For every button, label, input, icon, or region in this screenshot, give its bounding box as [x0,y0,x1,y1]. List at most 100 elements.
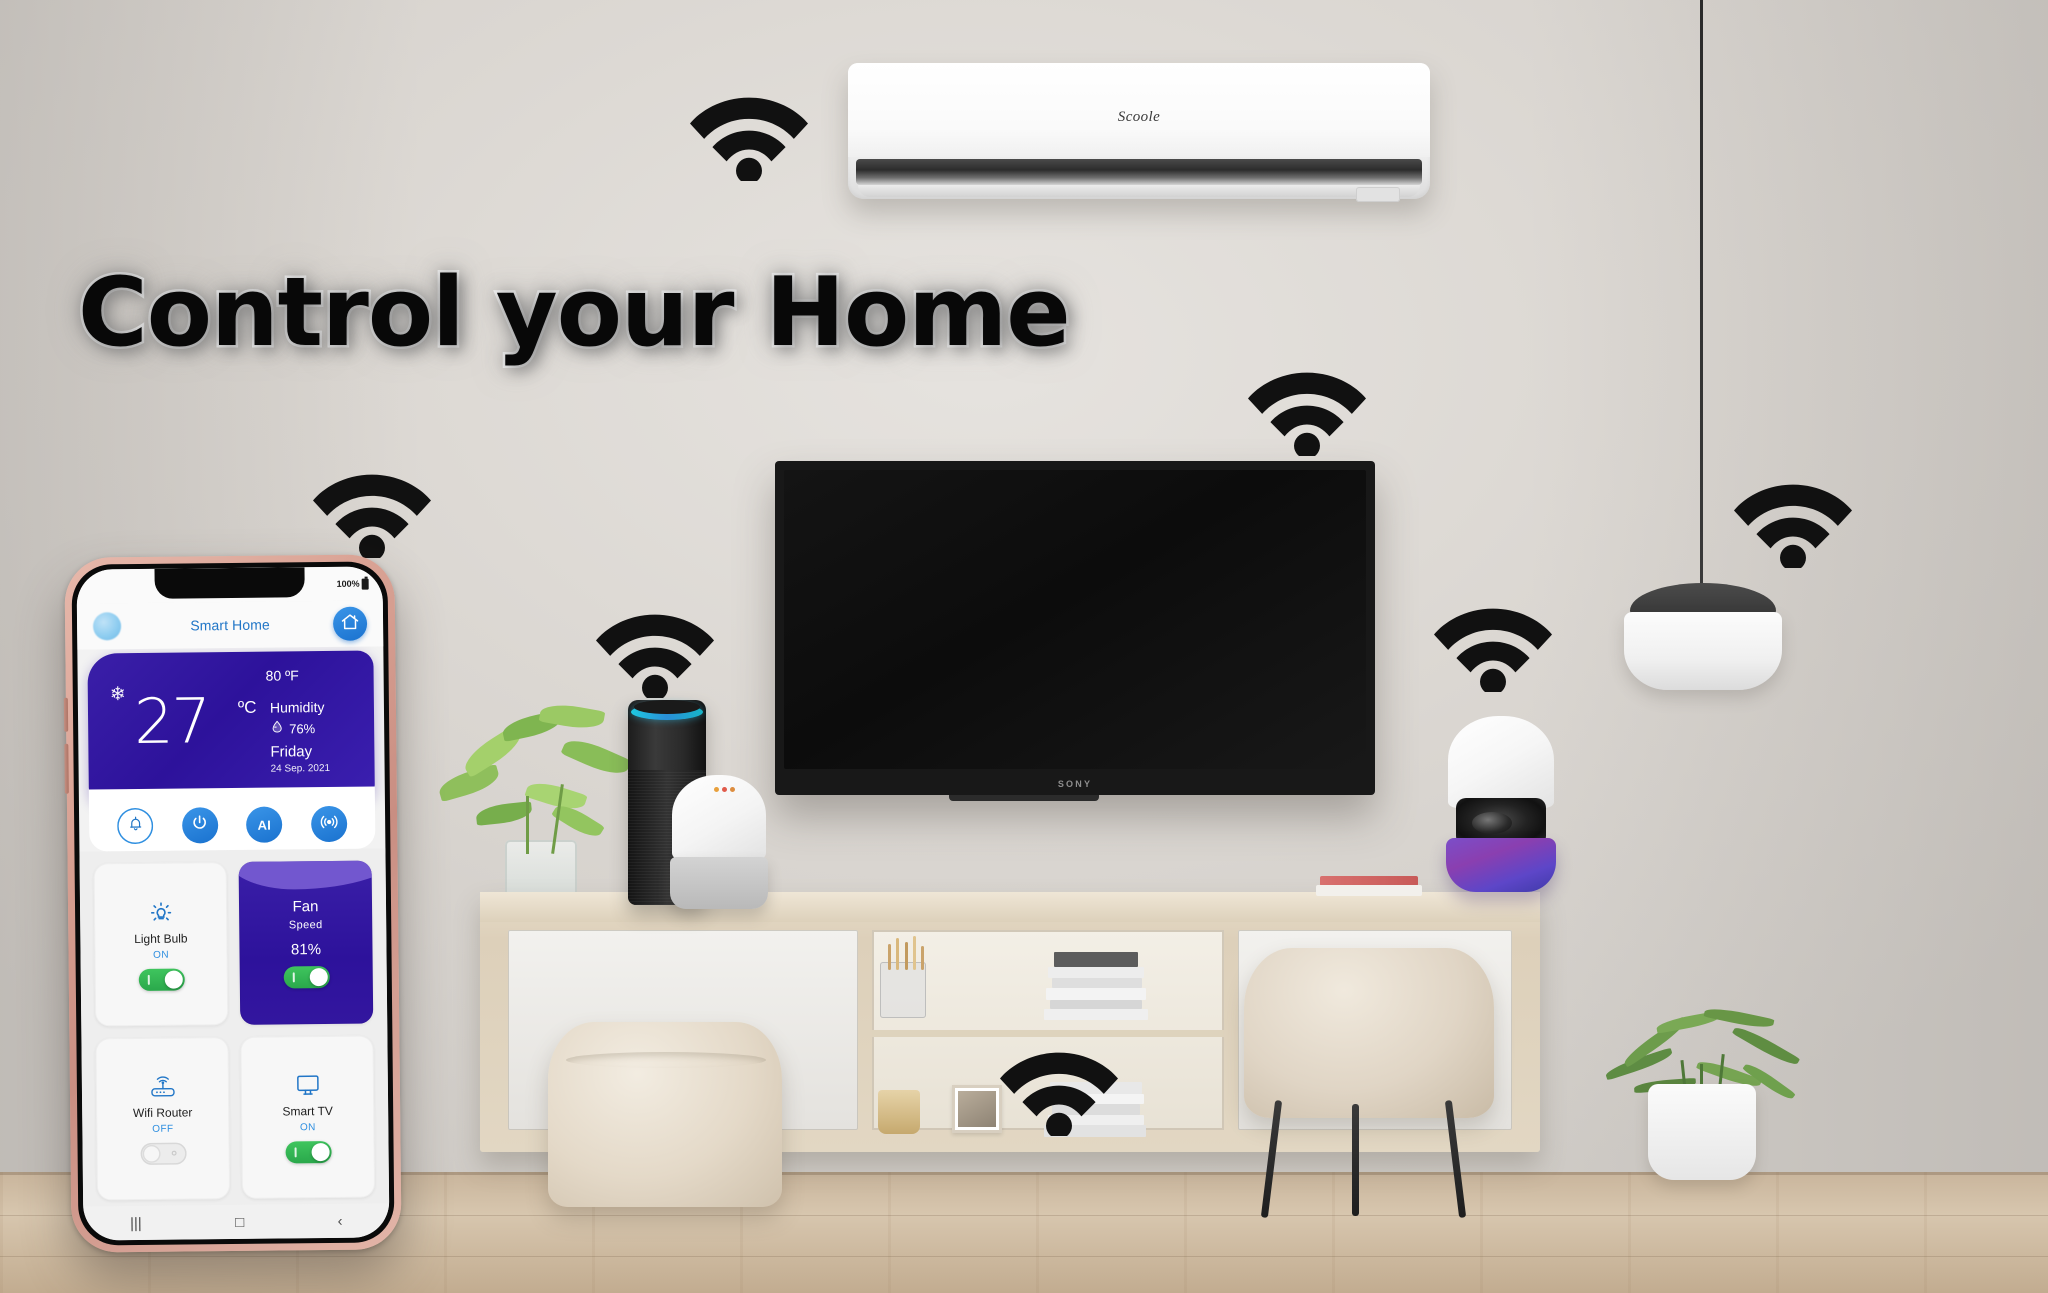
echo-top-surface[interactable] [634,700,700,714]
plant-pot-right [1648,1084,1756,1180]
light-bulb-icon [147,897,173,927]
photo-frame [952,1085,1002,1133]
notifications-button[interactable] [117,807,154,845]
phone-notch [154,567,305,599]
weather-card[interactable]: ❄ 27 ºC 80 ºF Humidity 76% Friday 24 Sep… [87,650,375,804]
white-book [1316,885,1422,896]
google-home-led-dots [714,787,736,794]
device-grid: Light Bulb ON Fan Speed 81% Wifi Router … [79,848,390,1207]
google-home-speaker-right[interactable] [1442,716,1560,892]
power-button[interactable] [181,807,219,844]
tv-icon [293,1070,321,1100]
device-state: ON [299,1122,316,1134]
device-card-wifi-router[interactable]: Wifi Router OFF [95,1036,231,1201]
pen [921,946,924,970]
floor-plank [0,1256,2048,1257]
water-drop-icon [270,719,284,738]
smartphone: 100% Smart Home ❄ 27 ºC 80 ºF Humidity 7… [63,554,402,1253]
temperature-unit: ºC [237,697,257,717]
ac-louver [858,185,1420,197]
smart-home-scene: Scoole air conditioner SONY [0,0,2048,1293]
pendant-lamp-cord [1700,0,1703,585]
fan-speed-value: 81% [290,941,322,959]
humidity-row: 76% [270,719,315,738]
temperature-fahrenheit: 80 ºF [265,667,299,684]
home-button[interactable] [332,606,368,641]
temperature-value: 27 [133,684,210,759]
wifi-signal-icon [313,462,431,558]
phone-bezel: 100% Smart Home ❄ 27 ºC 80 ºF Humidity 7… [71,561,395,1246]
pen [888,944,891,970]
battery-full-icon [361,578,369,590]
ac-badge [1356,187,1400,202]
router-icon [147,1072,177,1102]
device-title: Fan [292,898,319,916]
toggle-knob [309,968,328,987]
wall-shadow-right [1528,0,2048,1175]
device-card-smart-tv[interactable]: Smart TV ON [240,1035,376,1199]
google-home-speaker-left[interactable] [668,775,770,910]
broadcast-button[interactable] [310,805,347,843]
device-state: Speed [288,919,323,932]
home-nav-button[interactable]: □ [235,1213,244,1230]
app-title: Smart Home [190,616,270,634]
back-button[interactable]: ‹ [338,1212,343,1229]
weather-day: Friday [270,743,313,761]
tv-brand-logo: SONY [1057,779,1093,789]
phone-screen: 100% Smart Home ❄ 27 ºC 80 ºF Humidity 7… [76,566,390,1241]
google-home-right-top [1448,716,1554,808]
wifi-signal-icon [690,85,808,181]
air-conditioner[interactable]: Scoole air conditioner [848,63,1430,202]
device-title: Light Bulb [134,931,188,946]
device-toggle-light-bulb[interactable] [138,968,185,991]
battery-percent-label: 100% [336,578,360,589]
ai-assistant-button[interactable]: AI [246,806,283,843]
gold-vase [878,1090,920,1134]
broadcast-icon [319,811,339,836]
google-home-top [672,775,766,861]
bell-icon [127,815,144,837]
tv-screen [784,470,1366,769]
device-state: OFF [152,1123,174,1136]
pen [913,936,916,970]
wall-mounted-tv[interactable]: SONY [775,461,1375,795]
google-home-right-lens-inner [1472,812,1512,834]
blue-orb-icon [92,612,122,641]
device-title: Smart TV [282,1104,333,1119]
home-icon [340,611,360,636]
ac-vent [856,159,1422,185]
app-header: Smart Home [76,600,384,650]
device-toggle-fan[interactable] [283,966,330,989]
recents-button[interactable]: ||| [130,1214,142,1231]
phone-volume-up-button[interactable] [63,697,69,732]
wifi-signal-icon [1248,360,1366,456]
shelf-divider [872,1030,1224,1037]
ac-brand-label: Scoole [1117,109,1161,125]
google-home-fabric-base [670,857,768,909]
weather-date: 24 Sep. 2021 [270,762,331,775]
device-card-light-bulb[interactable]: Light Bulb ON [93,862,229,1026]
device-title: Wifi Router [132,1105,193,1121]
snowflake-icon: ❄ [109,684,126,706]
power-icon [190,813,209,837]
humidity-label: Humidity [269,699,325,716]
stool-leg [1352,1104,1359,1216]
stool-seat [1244,948,1494,1118]
pendant-lamp-shade[interactable] [1624,612,1782,690]
device-card-fan[interactable]: Fan Speed 81% [238,860,374,1025]
wifi-signal-icon [1734,472,1852,568]
pen [905,942,908,970]
device-state: ON [153,949,169,961]
pen [896,938,899,970]
wifi-signal-icon [596,602,714,698]
photo-frame-image [958,1091,996,1127]
quick-actions-bar: AI [88,786,376,852]
humidity-value: 76% [289,721,316,737]
phone-volume-down-button[interactable] [64,743,69,794]
device-toggle-wifi-router[interactable] [140,1142,187,1166]
google-home-right-purple-base [1446,838,1556,892]
pen-holder [880,962,926,1018]
toggle-knob [142,1145,161,1164]
device-toggle-smart-tv[interactable] [284,1141,332,1164]
pouf-seam [566,1052,766,1068]
